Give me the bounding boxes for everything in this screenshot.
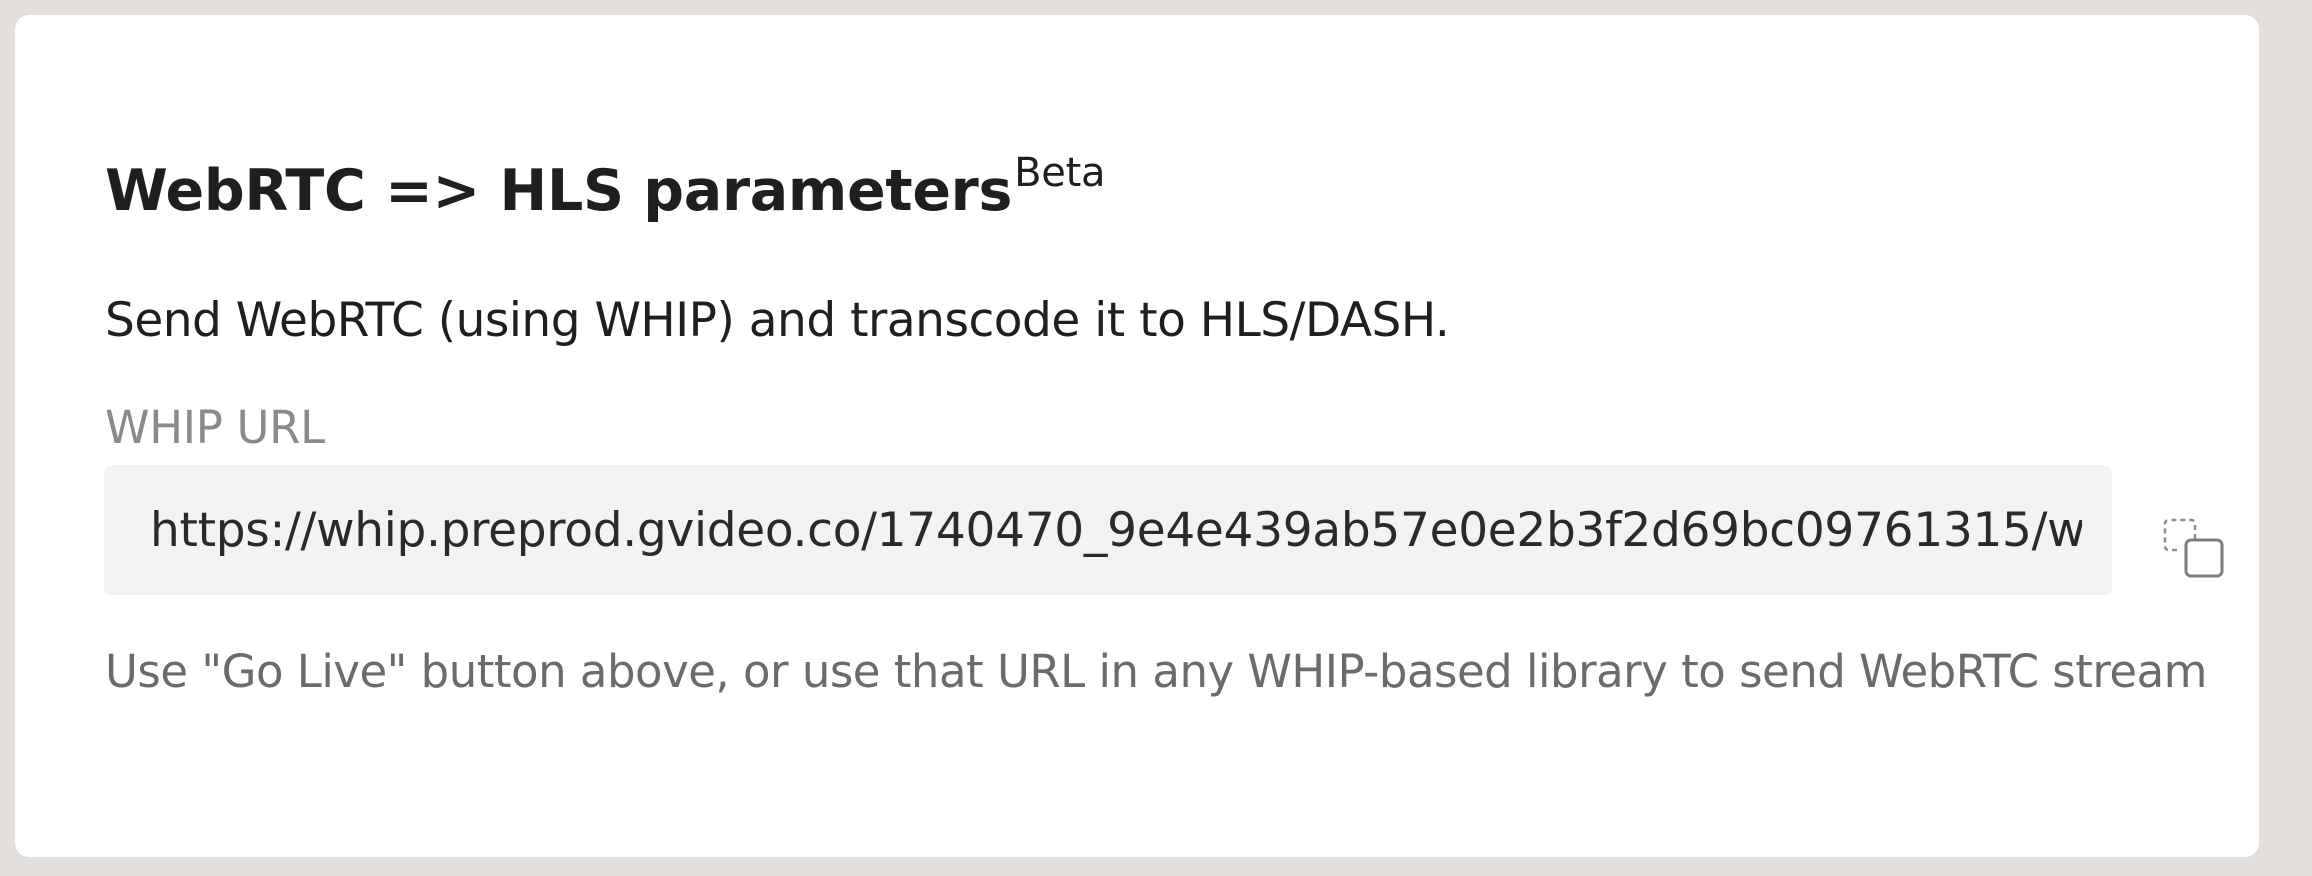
whip-url-input[interactable]: [150, 465, 2082, 595]
whip-url-field[interactable]: [104, 465, 2112, 595]
whip-url-hint: Use "Go Live" button above, or use that …: [105, 645, 2208, 698]
copy-icon: [2163, 518, 2224, 578]
section-title: WebRTC => HLS parametersBeta: [105, 153, 1105, 220]
whip-url-label: WHIP URL: [105, 401, 325, 454]
section-title-text: WebRTC => HLS parameters: [105, 158, 1013, 224]
section-description: Send WebRTC (using WHIP) and transcode i…: [105, 293, 1450, 348]
whip-parameters-card: WebRTC => HLS parametersBeta Send WebRTC…: [15, 15, 2259, 857]
beta-badge: Beta: [1014, 150, 1106, 196]
copy-url-button[interactable]: [2163, 518, 2227, 582]
